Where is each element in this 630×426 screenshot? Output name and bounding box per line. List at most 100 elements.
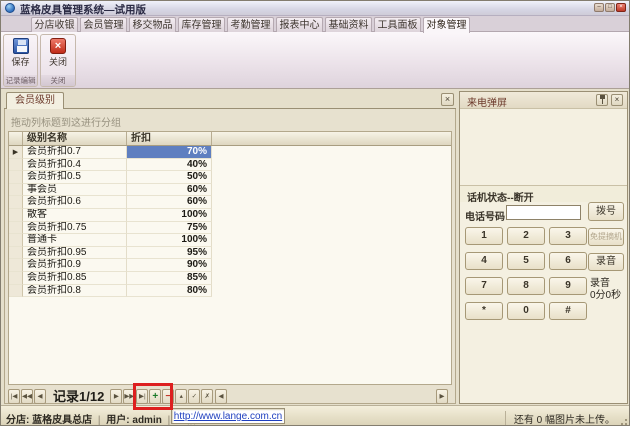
navigator-button[interactable]: ▶ <box>110 389 122 404</box>
keypad-button[interactable]: 9 <box>549 277 587 295</box>
cell-filler <box>212 196 451 209</box>
cell-discount[interactable]: 50% <box>127 171 212 184</box>
close-form-button[interactable]: × 关闭 <box>43 36 73 76</box>
call-panel-close-icon[interactable]: × <box>611 94 623 106</box>
cell-level-name[interactable]: 散客 <box>23 209 127 222</box>
keypad-button[interactable]: 2 <box>507 227 545 245</box>
close-window-button[interactable]: × <box>616 3 626 12</box>
resize-grip[interactable] <box>618 416 627 425</box>
table-row[interactable]: 会员折扣0.5 50% <box>9 171 451 184</box>
cell-level-name[interactable]: 会员折扣0.5 <box>23 171 127 184</box>
table-row[interactable]: 会员折扣0.6 60% <box>9 196 451 209</box>
table-row[interactable]: 会员折扣0.85 85% <box>9 272 451 285</box>
navigator-button[interactable]: ◀ <box>34 389 46 404</box>
cell-discount[interactable]: 95% <box>127 247 212 260</box>
cell-filler <box>212 272 451 285</box>
navigator-button[interactable]: ▴ <box>175 389 187 404</box>
cell-discount[interactable]: 80% <box>127 285 212 298</box>
cell-filler <box>212 234 451 247</box>
column-header-discount[interactable]: 折扣 <box>127 132 212 145</box>
table-row[interactable]: 会员折扣0.8 80% <box>9 285 451 298</box>
cell-discount[interactable]: 85% <box>127 272 212 285</box>
cell-level-name[interactable]: 会员折扣0.4 <box>23 159 127 172</box>
navigator-button[interactable]: ✗ <box>201 389 213 404</box>
row-indicator <box>9 159 23 172</box>
cell-level-name[interactable]: 事会员 <box>23 184 127 197</box>
minimize-button[interactable]: – <box>594 3 604 12</box>
cell-level-name[interactable]: 会员折扣0.75 <box>23 222 127 235</box>
separator: | <box>98 415 101 426</box>
hscroll-left-arrow-icon[interactable]: ◀ <box>215 389 227 404</box>
keypad-button[interactable]: # <box>549 302 587 320</box>
table-row[interactable]: 会员折扣0.4 40% <box>9 159 451 172</box>
site-link[interactable]: http://www.lange.com.cn <box>174 411 282 422</box>
separator: | <box>168 415 171 426</box>
table-row[interactable]: 会员折扣0.9 90% <box>9 259 451 272</box>
tab-member-level[interactable]: 会员级别 <box>6 92 64 109</box>
pin-icon[interactable] <box>596 94 608 106</box>
keypad-button[interactable]: 3 <box>549 227 587 245</box>
keypad-button[interactable]: 5 <box>507 252 545 270</box>
keypad-button[interactable]: 0 <box>507 302 545 320</box>
panel-close-button[interactable]: × <box>441 93 454 106</box>
row-indicator <box>9 171 23 184</box>
cell-level-name[interactable]: 会员折扣0.85 <box>23 272 127 285</box>
record-count-label: 记录1/12 <box>47 389 110 404</box>
hscroll-right-arrow-icon[interactable]: ▶ <box>436 389 448 404</box>
table-row[interactable]: 事会员 60% <box>9 184 451 197</box>
cell-discount[interactable]: 40% <box>127 159 212 172</box>
menu-tab[interactable]: 报表中心 <box>276 17 323 32</box>
menu-tab[interactable]: 会员管理 <box>80 17 127 32</box>
cell-filler <box>212 171 451 184</box>
cell-discount[interactable]: 100% <box>127 234 212 247</box>
menu-tab[interactable]: 对象管理 <box>423 17 470 33</box>
column-header-name[interactable]: 级别名称 <box>23 132 127 145</box>
keypad-button[interactable]: * <box>465 302 503 320</box>
table-row[interactable]: 普通卡 100% <box>9 234 451 247</box>
restore-button[interactable]: □ <box>605 3 615 12</box>
document-tab-row: 会员级别 × <box>4 91 456 109</box>
dial-button[interactable]: 拨号 <box>588 202 624 221</box>
phone-number-input[interactable] <box>506 205 581 220</box>
grid-body: 会员折扣0.7 70% 会员折扣0.4 40% <box>9 146 451 297</box>
cell-discount[interactable]: 90% <box>127 259 212 272</box>
table-row[interactable]: 会员折扣0.7 70% <box>9 146 451 159</box>
save-button[interactable]: 保存 <box>6 36 36 76</box>
table-row[interactable]: 散客 100% <box>9 209 451 222</box>
menu-tab[interactable]: 库存管理 <box>178 17 225 32</box>
navigator-button[interactable]: ◀◀ <box>21 389 33 404</box>
cell-level-name[interactable]: 会员折扣0.9 <box>23 259 127 272</box>
keypad-button[interactable]: 8 <box>507 277 545 295</box>
app-window: 蓝格皮具管理系统—试用版 – □ × 分店收银 会员管理 移交物品 库存管理 考… <box>0 0 630 426</box>
cell-discount[interactable]: 75% <box>127 222 212 235</box>
cell-level-name[interactable]: 会员折扣0.95 <box>23 247 127 260</box>
handsfree-button[interactable]: 免提摘机 <box>588 228 624 246</box>
cell-filler <box>212 259 451 272</box>
close-x-icon: × <box>50 38 66 54</box>
menu-tab[interactable]: 基础资料 <box>325 17 372 32</box>
cell-filler <box>212 222 451 235</box>
record-button[interactable]: 录音 <box>588 253 624 271</box>
menu-tab[interactable]: 移交物品 <box>129 17 176 32</box>
keypad-button[interactable]: 7 <box>465 277 503 295</box>
keypad-button[interactable]: 1 <box>465 227 503 245</box>
cell-discount[interactable]: 60% <box>127 184 212 197</box>
table-row[interactable]: 会员折扣0.75 75% <box>9 222 451 235</box>
cell-discount[interactable]: 60% <box>127 196 212 209</box>
cell-level-name[interactable]: 普通卡 <box>23 234 127 247</box>
menu-tab[interactable]: 考勤管理 <box>227 17 274 32</box>
menu-tab[interactable]: 工具面板 <box>374 17 421 32</box>
navigator-button[interactable]: ✓ <box>188 389 200 404</box>
menu-tab[interactable]: 分店收银 <box>31 17 78 32</box>
cell-level-name[interactable]: 会员折扣0.7 <box>23 146 127 159</box>
navigator-button[interactable]: |◀ <box>8 389 20 404</box>
group-by-hint: 拖动列标题到这进行分组 <box>11 114 121 129</box>
cell-level-name[interactable]: 会员折扣0.8 <box>23 285 127 298</box>
cell-discount[interactable]: 70% <box>127 146 212 159</box>
keypad-button[interactable]: 6 <box>549 252 587 270</box>
record-status-line2: 0分0秒 <box>590 290 621 302</box>
cell-discount[interactable]: 100% <box>127 209 212 222</box>
keypad-button[interactable]: 4 <box>465 252 503 270</box>
cell-level-name[interactable]: 会员折扣0.6 <box>23 196 127 209</box>
table-row[interactable]: 会员折扣0.95 95% <box>9 247 451 260</box>
